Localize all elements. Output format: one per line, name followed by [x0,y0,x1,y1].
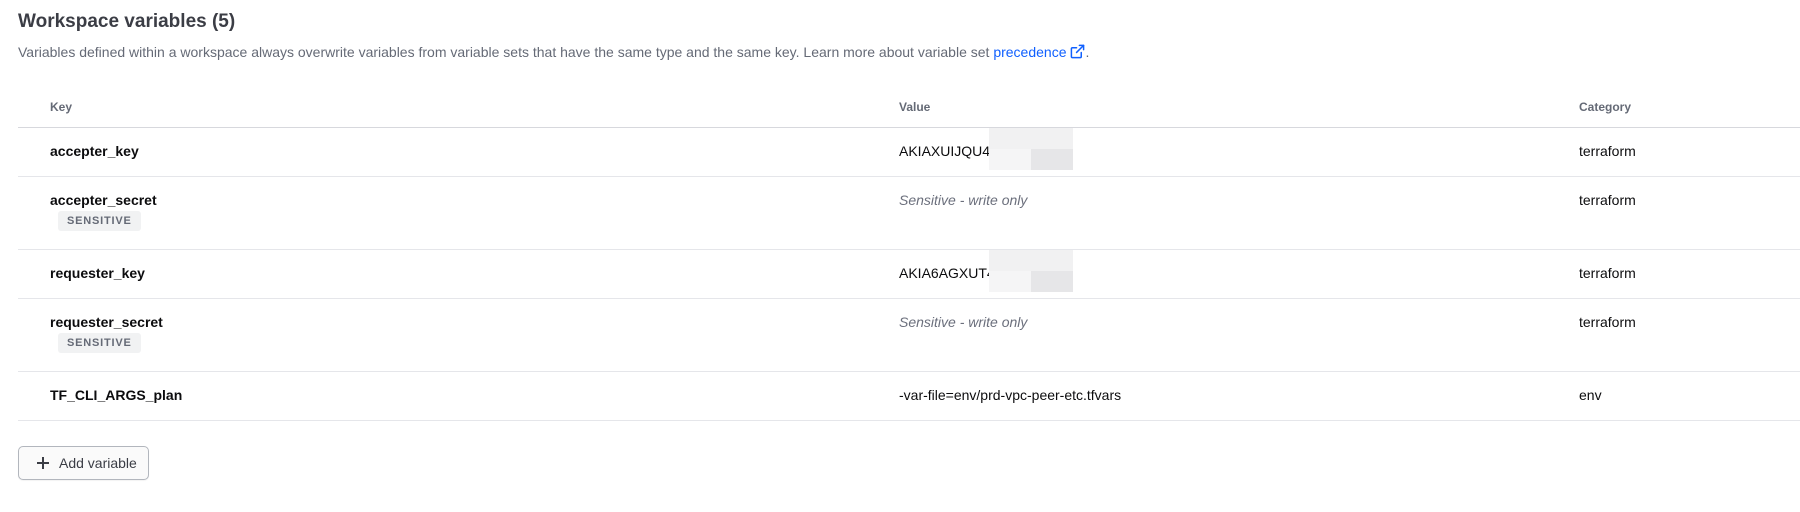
variable-category: terraform [1579,265,1636,281]
variable-key: accepter_secret [50,192,157,208]
column-header-value: Value [899,100,931,114]
precedence-link-label[interactable]: precedence [993,44,1066,60]
variable-value-text: AKIA6AGXUT4 [899,265,995,281]
redaction-blur [989,128,1073,170]
table-header: Key Value Category [18,88,1800,128]
redaction-blur [989,250,1073,292]
variable-key: accepter_key [50,143,139,159]
table-row[interactable]: requester_secret SENSITIVE Sensitive - w… [18,299,1800,372]
variables-table: Key Value Category accepter_key AKIAXUIJ… [18,88,1800,421]
external-link-icon[interactable] [1070,44,1085,59]
sensitive-badge: SENSITIVE [58,333,141,353]
add-variable-button[interactable]: Add variable [18,446,149,480]
variable-category: env [1579,387,1602,403]
description-text: Variables defined within a workspace alw… [18,44,994,60]
variable-key: requester_key [50,265,145,281]
variable-key: TF_CLI_ARGS_plan [50,387,183,403]
table-row[interactable]: accepter_key AKIAXUIJQU4 terraform [18,128,1800,177]
column-header-key: Key [50,100,73,114]
table-row[interactable]: TF_CLI_ARGS_plan -var-file=env/prd-vpc-p… [18,372,1800,421]
variable-category: terraform [1579,143,1636,159]
variable-value: Sensitive - write only [899,314,1028,330]
variable-category: terraform [1579,192,1636,208]
plus-icon [37,457,49,469]
variable-value: -var-file=env/prd-vpc-peer-etc.tfvars [899,387,1122,403]
variable-value: AKIA6AGXUT4 [899,250,1073,292]
variable-category: terraform [1579,314,1636,330]
column-header-category: Category [1579,100,1632,114]
page-title: Workspace variables (5) [18,11,236,32]
page-description: Variables defined within a workspace alw… [18,44,1089,60]
add-variable-label: Add variable [59,455,137,471]
table-row[interactable]: accepter_secret SENSITIVE Sensitive - wr… [18,177,1800,250]
precedence-link[interactable]: precedence [993,44,1085,60]
variable-value-text: AKIAXUIJQU4 [899,143,991,159]
variable-value: Sensitive - write only [899,192,1028,208]
variable-key: requester_secret [50,314,163,330]
table-row[interactable]: requester_key AKIA6AGXUT4 terraform [18,250,1800,299]
description-period: . [1085,44,1090,60]
variable-value: AKIAXUIJQU4 [899,128,1073,170]
sensitive-badge: SENSITIVE [58,211,141,231]
